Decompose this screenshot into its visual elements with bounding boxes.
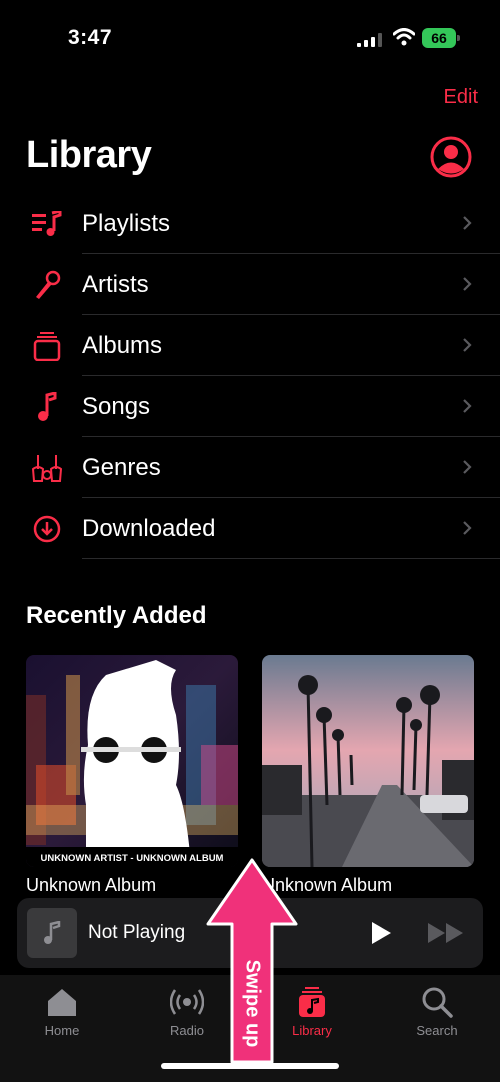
chevron-right-icon <box>463 338 472 352</box>
album-title[interactable]: Unknown Album <box>26 875 156 896</box>
home-icon <box>48 989 76 1016</box>
tab-label: Home <box>44 1023 80 1038</box>
library-item-label: Genres <box>82 453 161 481</box>
album-art-image: UNKNOWN ARTIST - UNKNOWN ALBUM <box>26 655 238 867</box>
library-item-label: Artists <box>82 270 149 298</box>
battery-indicator: 66 <box>422 28 460 48</box>
now-playing-title: Not Playing <box>88 922 186 943</box>
library-item-downloaded[interactable]: Downloaded <box>0 498 500 559</box>
library-item-artists[interactable]: Artists <box>0 254 500 315</box>
play-icon[interactable] <box>369 920 393 946</box>
status-bar: 3:47 66 <box>0 0 500 70</box>
divider <box>82 558 500 559</box>
chevron-right-icon <box>463 399 472 413</box>
fast-forward-icon[interactable] <box>427 922 465 944</box>
mini-player-artwork <box>27 908 77 958</box>
edit-button[interactable]: Edit <box>444 86 478 109</box>
cellular-signal-icon <box>357 33 382 47</box>
library-item-label: Songs <box>82 392 151 420</box>
library-icon <box>299 987 325 1017</box>
album-stack-icon <box>30 330 64 362</box>
chevron-right-icon <box>463 216 472 230</box>
profile-icon[interactable] <box>430 136 472 178</box>
chevron-right-icon <box>463 521 472 535</box>
library-item-playlists[interactable]: Playlists <box>0 193 500 254</box>
library-item-label: Albums <box>82 331 163 359</box>
music-note-icon <box>30 391 64 423</box>
microphone-icon <box>30 269 64 301</box>
library-item-label: Downloaded <box>82 514 216 542</box>
library-item-label: Playlists <box>82 209 171 237</box>
radio-icon <box>170 989 204 1015</box>
chevron-right-icon <box>463 277 472 291</box>
guitars-icon <box>30 452 64 484</box>
wifi-icon <box>393 28 415 46</box>
status-time: 3:47 <box>68 26 113 49</box>
playlist-icon <box>30 208 64 240</box>
album-cover-palm-street[interactable] <box>262 655 474 867</box>
page-title: Library <box>26 134 152 176</box>
library-item-songs[interactable]: Songs <box>0 376 500 437</box>
album-art-image <box>262 655 474 867</box>
album-cover-caption: UNKNOWN ARTIST - UNKNOWN ALBUM <box>41 853 224 864</box>
library-list: Playlists Artists Albums Songs Genres Do… <box>0 193 500 559</box>
tab-label: Search <box>416 1023 458 1038</box>
search-icon <box>422 987 453 1018</box>
tab-search[interactable]: Search <box>392 985 482 1038</box>
library-item-albums[interactable]: Albums <box>0 315 500 376</box>
swipe-up-annotation-text: Swipe up <box>241 959 264 1047</box>
chevron-right-icon <box>463 460 472 474</box>
tab-home[interactable]: Home <box>17 985 107 1038</box>
library-item-genres[interactable]: Genres <box>0 437 500 498</box>
music-note-icon <box>44 921 61 944</box>
section-title-recently-added: Recently Added <box>26 602 207 629</box>
download-circle-icon <box>30 513 64 545</box>
album-cover-unknown-artist[interactable]: UNKNOWN ARTIST - UNKNOWN ALBUM <box>26 655 238 867</box>
